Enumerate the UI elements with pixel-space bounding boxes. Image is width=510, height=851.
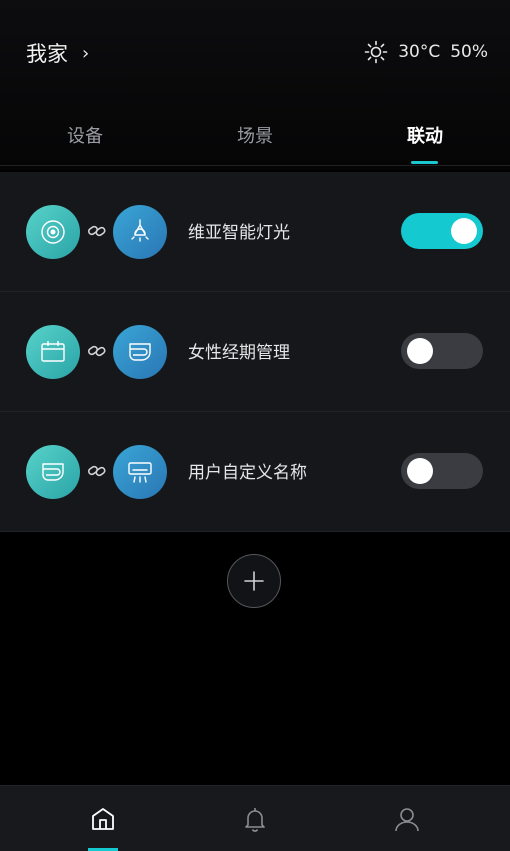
toggle-knob — [407, 338, 433, 364]
linkage-name: 维亚智能灯光 — [188, 223, 290, 243]
toilet-icon — [26, 445, 80, 499]
toggle-knob — [451, 218, 477, 244]
add-linkage-button[interactable] — [227, 554, 281, 608]
toilet-icon — [113, 325, 167, 379]
temperature: 30°C — [398, 42, 441, 62]
home-selector[interactable]: 我家 › — [26, 38, 89, 68]
linkage-name: 用户自定义名称 — [188, 463, 307, 483]
plus-icon — [244, 571, 264, 591]
link-icon — [87, 465, 106, 477]
sun-icon — [364, 40, 388, 64]
linkage-item[interactable]: 女性经期管理 — [0, 292, 510, 412]
linkage-item[interactable]: 用户自定义名称 — [0, 412, 510, 532]
header: 我家 › 30°C 50% 设备 场景 联动 — [0, 0, 510, 170]
home-icon — [92, 808, 114, 830]
humidity: 50% — [450, 42, 488, 62]
calendar-icon — [26, 325, 80, 379]
linkage-name: 女性经期管理 — [188, 343, 290, 363]
linkage-toggle[interactable] — [401, 333, 483, 369]
linkage-item[interactable]: 维亚智能灯光 — [0, 172, 510, 292]
nav-notifications[interactable] — [235, 804, 275, 836]
linkage-toggle[interactable] — [401, 213, 483, 249]
link-icon — [87, 345, 106, 357]
nav-profile[interactable] — [387, 804, 427, 836]
tab-scenes[interactable]: 场景 — [237, 122, 273, 148]
link-icon — [87, 225, 106, 237]
toggle-knob — [407, 458, 433, 484]
user-icon — [395, 808, 419, 832]
chevron-right-icon: › — [82, 42, 90, 64]
light-bulb-icon — [113, 205, 167, 259]
tab-indicator — [411, 161, 438, 164]
sensor-icon — [26, 205, 80, 259]
bottom-nav — [0, 785, 510, 851]
air-conditioner-icon — [113, 445, 167, 499]
tab-devices[interactable]: 设备 — [67, 122, 103, 148]
tab-bar: 设备 场景 联动 — [0, 110, 510, 166]
bell-icon — [245, 808, 265, 832]
linkage-toggle[interactable] — [401, 453, 483, 489]
tab-linkage[interactable]: 联动 — [407, 122, 443, 148]
home-name: 我家 — [26, 42, 68, 66]
nav-home[interactable] — [83, 804, 123, 836]
weather-status: 30°C 50% — [364, 40, 488, 64]
linkage-list: 维亚智能灯光 女性经期管理 用户自定义名称 — [0, 172, 510, 532]
